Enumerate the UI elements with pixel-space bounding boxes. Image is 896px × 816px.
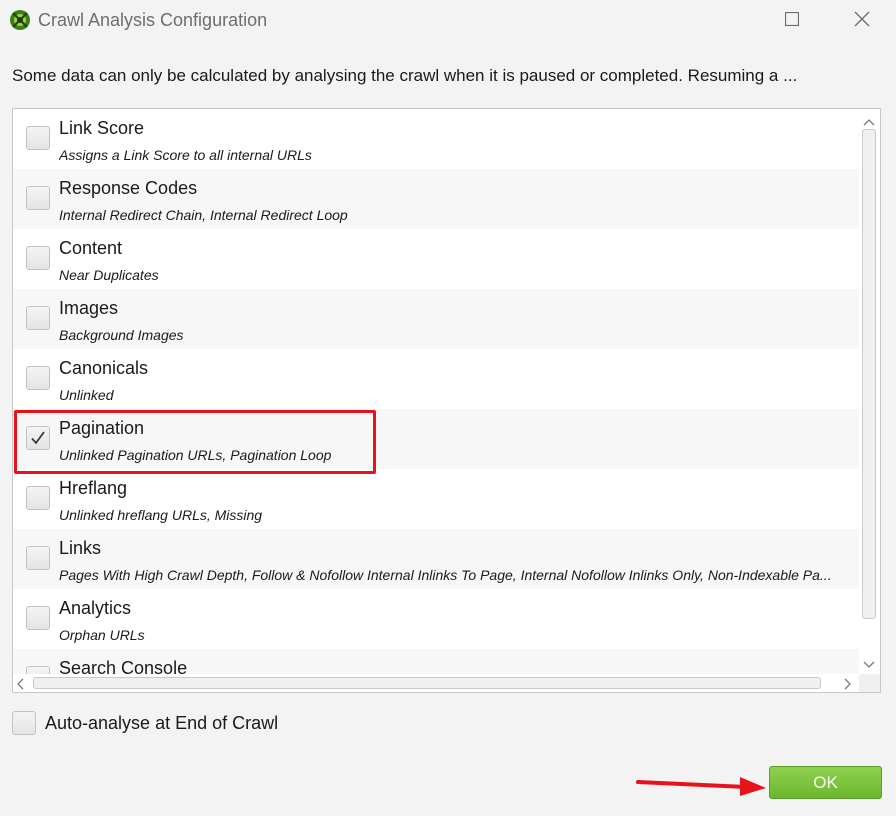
maximize-icon <box>784 11 800 31</box>
list-item-hreflang[interactable]: Hreflang Unlinked hreflang URLs, Missing <box>13 469 859 529</box>
item-description: Near Duplicates <box>59 267 159 283</box>
item-label: Content <box>59 238 123 258</box>
auto-analyse-option[interactable]: Auto-analyse at End of Crawl <box>12 711 412 737</box>
scroll-right-icon[interactable] <box>844 677 852 692</box>
checkbox[interactable] <box>26 606 50 630</box>
pagination-highlight-box <box>14 410 376 474</box>
intro-text: Some data can only be calculated by anal… <box>12 66 798 85</box>
item-label: Images <box>59 298 119 318</box>
close-icon <box>854 11 870 32</box>
list-viewport: Link Score Assigns a Link Score to all i… <box>13 109 859 674</box>
scroll-left-icon[interactable] <box>16 677 24 692</box>
window-title: Crawl Analysis Configuration <box>38 10 268 30</box>
vertical-scroll-thumb[interactable] <box>862 129 876 619</box>
ok-button[interactable]: OK <box>769 766 882 799</box>
item-description: Internal Redirect Chain, Internal Redire… <box>59 207 348 223</box>
close-button[interactable] <box>832 0 892 42</box>
item-label: Canonicals <box>59 358 149 378</box>
item-label: Link Score <box>59 118 145 138</box>
item-description: Assigns a Link Score to all internal URL… <box>59 147 312 163</box>
list-item-response-codes[interactable]: Response Codes Internal Redirect Chain, … <box>13 169 859 229</box>
checkbox[interactable] <box>26 546 50 570</box>
checkbox[interactable] <box>26 306 50 330</box>
horizontal-scrollbar[interactable] <box>13 674 859 692</box>
item-label: Response Codes <box>59 178 198 198</box>
list-item-analytics[interactable]: Analytics Orphan URLs <box>13 589 859 649</box>
item-description: Orphan URLs <box>59 627 145 643</box>
item-label: Search Console <box>59 658 188 674</box>
checkbox[interactable] <box>26 246 50 270</box>
title-bar: Crawl Analysis Configuration <box>0 0 896 42</box>
item-label: Links <box>59 538 102 558</box>
auto-analyse-label: Auto-analyse at End of Crawl <box>45 713 279 733</box>
vertical-scrollbar[interactable] <box>859 109 880 674</box>
list-item-content[interactable]: Content Near Duplicates <box>13 229 859 289</box>
scrollbar-corner <box>859 674 880 692</box>
checkbox[interactable] <box>26 366 50 390</box>
item-label: Hreflang <box>59 478 128 498</box>
item-description: Unlinked <box>59 387 114 403</box>
checkbox[interactable] <box>26 666 50 674</box>
list-item-link-score[interactable]: Link Score Assigns a Link Score to all i… <box>13 109 859 169</box>
item-description: Background Images <box>59 327 184 343</box>
list-item-canonicals[interactable]: Canonicals Unlinked <box>13 349 859 409</box>
maximize-button[interactable] <box>762 0 822 42</box>
item-description: Unlinked hreflang URLs, Missing <box>59 507 263 523</box>
scroll-down-icon[interactable] <box>863 656 875 674</box>
horizontal-scroll-thumb[interactable] <box>33 677 821 689</box>
app-spider-icon <box>9 9 31 31</box>
list-item-search-console[interactable]: Search Console <box>13 649 859 674</box>
list-item-links[interactable]: Links Pages With High Crawl Depth, Follo… <box>13 529 859 589</box>
item-description: Pages With High Crawl Depth, Follow & No… <box>59 567 832 583</box>
auto-analyse-checkbox[interactable] <box>12 711 36 735</box>
list-item-images[interactable]: Images Background Images <box>13 289 859 349</box>
checkbox[interactable] <box>26 126 50 150</box>
checkbox[interactable] <box>26 186 50 210</box>
checkbox[interactable] <box>26 486 50 510</box>
annotation-arrow-icon <box>636 772 768 801</box>
analysis-list: Link Score Assigns a Link Score to all i… <box>12 108 881 693</box>
item-label: Analytics <box>59 598 132 618</box>
